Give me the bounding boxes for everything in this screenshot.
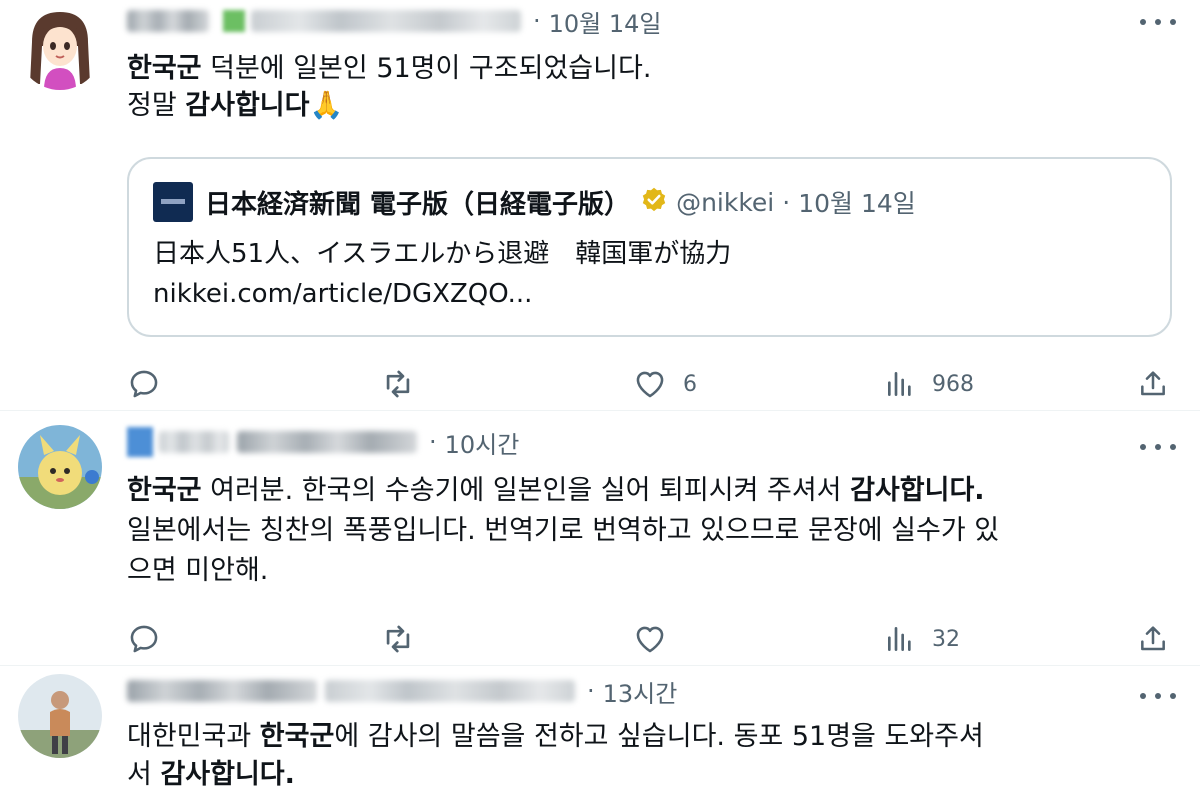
- tweet-3[interactable]: · 13시간 대한민국과 한국군에 감사의 말씀을 전하고 싶습니다. 동포 5…: [0, 665, 1200, 801]
- tweet-text: 대한민국과 한국군에 감사의 말씀을 전하고 싶습니다. 동포 51명을 도와주…: [127, 718, 984, 794]
- text-span: 덕분에 일본인 51명이 구조되었습니다.: [201, 53, 652, 84]
- action-bar: 32: [127, 621, 1177, 657]
- like-button[interactable]: 6: [633, 366, 697, 402]
- retweet-icon: [386, 370, 410, 398]
- separator-dot: ·: [429, 428, 437, 456]
- views-button[interactable]: 32: [884, 621, 960, 657]
- text-span: 여러분. 한국의 수송기에 일본인을 실어 퇴피시켜 주셔서: [201, 475, 851, 506]
- avatar[interactable]: [18, 425, 102, 509]
- reply-button[interactable]: [127, 366, 161, 402]
- blurred-display-name[interactable]: [127, 680, 317, 702]
- separator-dot: ·: [533, 7, 541, 35]
- bold-text: 감사합니다: [185, 90, 310, 121]
- tweet-1[interactable]: · 10월 14일 한국군 덕분에 일본인 51명이 구조되었습니다. 정말 감…: [0, 0, 1200, 410]
- blurred-username[interactable]: [251, 10, 521, 32]
- share-icon: [1141, 371, 1165, 396]
- reply-icon: [130, 370, 158, 398]
- tweet-text: 한국군 여러분. 한국의 수송기에 일본인을 실어 퇴피시켜 주셔서 감사합니다…: [127, 471, 999, 591]
- avatar[interactable]: [18, 674, 102, 758]
- folded-hands-emoji: 🙏: [309, 90, 344, 121]
- text-span: 으면 미안해.: [127, 555, 269, 586]
- like-icon: [636, 626, 664, 653]
- bold-text: 감사합니다.: [160, 759, 295, 790]
- tweet-text: 한국군 덕분에 일본인 51명이 구조되었습니다. 정말 감사합니다🙏: [127, 50, 651, 124]
- share-icon: [1141, 626, 1165, 651]
- separator-dot: ·: [587, 677, 595, 705]
- more-icon[interactable]: [1140, 686, 1176, 706]
- tweet-timestamp[interactable]: 10시간: [445, 425, 520, 460]
- action-bar: 6 968: [127, 366, 1177, 402]
- more-icon[interactable]: [1140, 437, 1176, 457]
- text-line: 서 감사합니다.: [127, 756, 984, 794]
- more-icon[interactable]: [1140, 12, 1176, 32]
- text-span: 서: [127, 759, 161, 790]
- retweet-button[interactable]: [380, 366, 416, 402]
- blurred-display-name[interactable]: [127, 10, 209, 32]
- text-line: 으면 미안해.: [127, 551, 999, 591]
- bold-text: 한국군: [127, 475, 202, 506]
- blurred-display-name[interactable]: [159, 431, 229, 453]
- like-icon: [636, 371, 664, 398]
- quoted-headline: 日本人51人、イスラエルから退避 韓国軍が協力: [153, 239, 732, 269]
- verified-gold-icon: [640, 186, 668, 218]
- blurred-username[interactable]: [325, 680, 575, 702]
- quoted-tweet-header: 日本経済新聞 電子版（日経電子版） @nikkei · 10월 14일: [153, 181, 916, 223]
- quoted-tweet-card[interactable]: 日本経済新聞 電子版（日経電子版） @nikkei · 10월 14일 日本人5…: [127, 157, 1172, 337]
- bold-text: 감사합니다.: [850, 475, 985, 506]
- quoted-account-name[interactable]: 日本経済新聞 電子版（日経電子版）: [205, 184, 630, 221]
- text-span: 일본에서는 칭찬의 폭풍입니다. 번역기로 번역하고 있으므로 문장에 실수가 …: [127, 515, 1000, 546]
- view-count: 32: [932, 626, 960, 652]
- text-line: 정말 감사합니다🙏: [127, 87, 651, 124]
- nikkei-logo: [153, 182, 193, 222]
- reply-icon: [130, 625, 158, 653]
- views-button[interactable]: 968: [884, 366, 974, 402]
- tweet-timestamp[interactable]: 13시간: [603, 674, 678, 709]
- like-button[interactable]: [633, 621, 667, 657]
- text-line: 대한민국과 한국군에 감사의 말씀을 전하고 싶습니다. 동포 51명을 도와주…: [127, 718, 984, 756]
- tweet-timestamp[interactable]: 10월 14일: [549, 4, 662, 39]
- bold-text: 한국군: [259, 721, 335, 752]
- avatar[interactable]: [18, 6, 102, 90]
- text-line: 일본에서는 칭찬의 폭풍입니다. 번역기로 번역하고 있으므로 문장에 실수가 …: [127, 511, 999, 551]
- views-icon: [888, 372, 911, 396]
- views-icon: [888, 627, 911, 651]
- share-button[interactable]: [1137, 366, 1169, 402]
- retweet-icon: [386, 625, 410, 653]
- tweet-2[interactable]: · 10시간 한국군 여러분. 한국의 수송기에 일본인을 실어 퇴피시켜 주셔…: [0, 410, 1200, 666]
- view-count: 968: [932, 371, 974, 397]
- text-span: 정말: [127, 90, 186, 121]
- separator-dot: ·: [782, 187, 791, 217]
- like-count: 6: [683, 371, 697, 397]
- blurred-username[interactable]: [237, 431, 417, 453]
- blurred-emoji: [127, 427, 153, 457]
- quoted-timestamp[interactable]: 10월 14일: [798, 184, 916, 220]
- reply-button[interactable]: [127, 621, 161, 657]
- tweet-header: · 10월 14일: [127, 4, 662, 38]
- text-line: 한국군 여러분. 한국의 수송기에 일본인을 실어 퇴피시켜 주셔서 감사합니다…: [127, 471, 999, 511]
- bold-text: 한국군: [127, 53, 202, 84]
- text-span: 대한민국과: [127, 721, 260, 752]
- blurred-emoji: [223, 10, 245, 32]
- quoted-handle[interactable]: @nikkei: [676, 188, 774, 217]
- retweet-button[interactable]: [380, 621, 416, 657]
- tweet-header: · 13시간: [127, 674, 677, 708]
- tweet-header: · 10시간: [127, 425, 519, 459]
- quoted-link[interactable]: nikkei.com/article/DGXZQO...: [153, 274, 731, 314]
- text-span: 에 감사의 말씀을 전하고 싶습니다. 동포 51명을 도와주셔: [334, 721, 984, 752]
- share-button[interactable]: [1137, 621, 1169, 657]
- text-line: 한국군 덕분에 일본인 51명이 구조되었습니다.: [127, 50, 651, 87]
- quoted-tweet-body: 日本人51人、イスラエルから退避 韓国軍が協力 nikkei.com/artic…: [153, 234, 731, 314]
